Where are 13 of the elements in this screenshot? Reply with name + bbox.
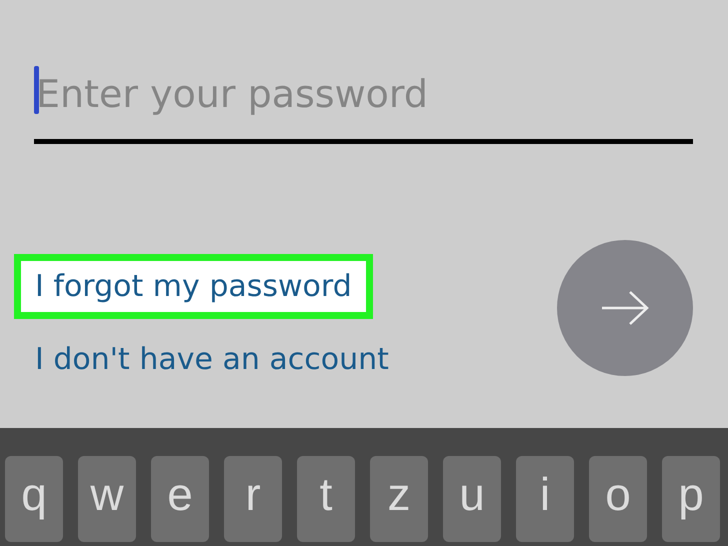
keyboard-key[interactable]: z <box>370 456 428 542</box>
keyboard-key[interactable]: p <box>662 456 720 542</box>
keyboard-key[interactable]: r <box>224 456 282 542</box>
link[interactable]: I forgot my password <box>14 254 373 319</box>
keyboard-key[interactable]: w <box>78 456 136 542</box>
keyboard-key[interactable]: q <box>5 456 63 542</box>
arrow-right-icon <box>600 290 650 326</box>
keyboard-key[interactable]: i <box>516 456 574 542</box>
keyboard-key[interactable]: e <box>151 456 209 542</box>
link[interactable]: I don't have an account <box>14 327 410 392</box>
keyboard-key[interactable]: u <box>443 456 501 542</box>
keyboard-key[interactable]: t <box>297 456 355 542</box>
keyboard-key[interactable]: o <box>589 456 647 542</box>
